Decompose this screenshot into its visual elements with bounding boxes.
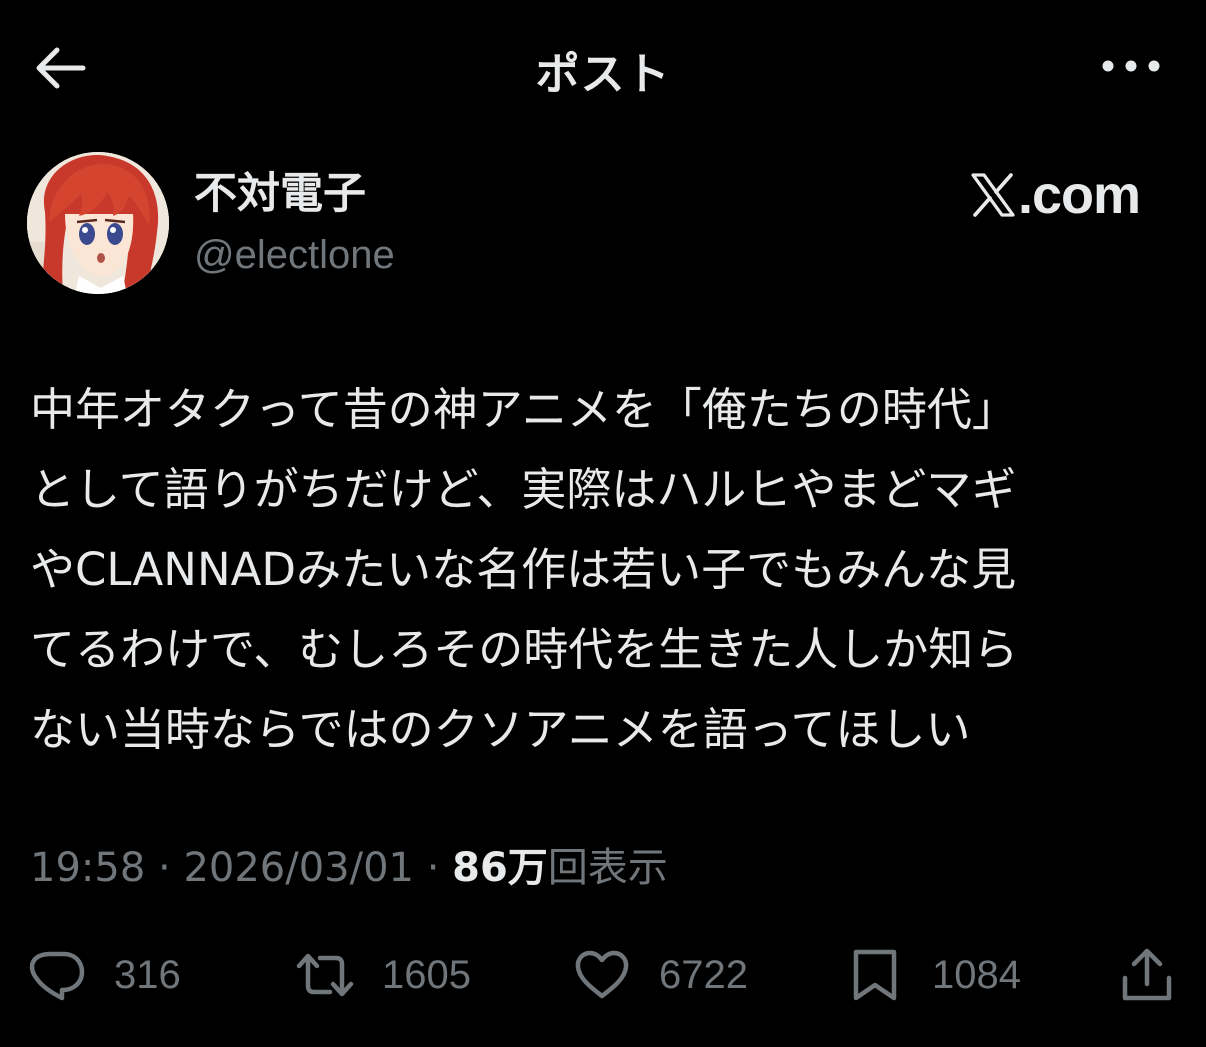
views-label: 回表示 — [547, 845, 668, 891]
bookmark-icon — [853, 949, 897, 1001]
x-com-watermark-text: .com — [1017, 165, 1141, 225]
avatar-image — [27, 152, 169, 294]
like-count: 6722 — [659, 952, 748, 997]
more-options-button[interactable] — [1096, 40, 1166, 92]
meta-separator: · — [145, 845, 184, 891]
heart-icon — [575, 950, 629, 999]
avatar[interactable] — [27, 152, 169, 294]
share-icon — [1122, 948, 1172, 1001]
bookmark-button[interactable]: 1084 — [846, 940, 1021, 1010]
reply-button[interactable]: 316 — [28, 940, 181, 1010]
repost-count: 1605 — [382, 952, 471, 997]
x-logo-icon — [971, 173, 1015, 217]
bookmark-count: 1084 — [932, 952, 1021, 997]
tweet-text-line: 中年オタクって昔の神アニメを「俺たちの時代」 — [30, 383, 1017, 436]
repost-icon — [296, 953, 354, 997]
tweet-date[interactable]: 2026/03/01 — [183, 845, 414, 891]
action-bar: 316 1605 6722 1084 — [0, 940, 1206, 1010]
x-com-watermark: .com — [970, 164, 1141, 226]
tweet-time[interactable]: 19:58 — [30, 845, 145, 891]
reply-icon — [29, 951, 85, 1001]
tweet-text: 中年オタクって昔の神アニメを「俺たちの時代」 として語りがちだけど、実際はハルヒ… — [30, 370, 1180, 770]
meta-separator: · — [413, 845, 453, 891]
reply-count: 316 — [114, 952, 181, 997]
page-title: ポスト — [535, 49, 671, 100]
repost-button[interactable]: 1605 — [296, 940, 471, 1010]
views-count[interactable]: 86万 — [452, 845, 548, 891]
author-display-name[interactable]: 不対電子 — [194, 168, 366, 220]
more-horizontal-icon — [1102, 60, 1160, 72]
like-button[interactable]: 6722 — [573, 940, 748, 1010]
author-handle[interactable]: @electlone — [194, 230, 395, 280]
tweet-meta: 19:58 · 2026/03/01 · 86万回表示 — [30, 840, 668, 896]
share-button[interactable] — [1118, 940, 1176, 1010]
top-bar: ポスト — [0, 0, 1206, 134]
tweet-text-line: として語りがちだけど、実際はハルヒやまどマギ — [30, 463, 1017, 516]
tweet-text-line: ない当時ならではのクソアニメを語ってほしい — [30, 703, 971, 756]
tweet-text-line: てるわけで、むしろその時代を生きた人しか知ら — [30, 623, 1019, 676]
tweet-text-line: やCLANNADみたいな名作は若い子でもみんな見 — [30, 543, 1017, 596]
